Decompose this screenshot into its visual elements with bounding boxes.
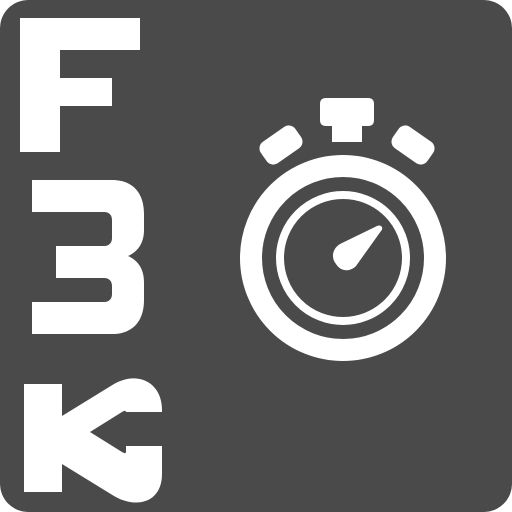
app-icon[interactable]	[0, 0, 512, 512]
app-icon-artwork	[0, 0, 512, 512]
